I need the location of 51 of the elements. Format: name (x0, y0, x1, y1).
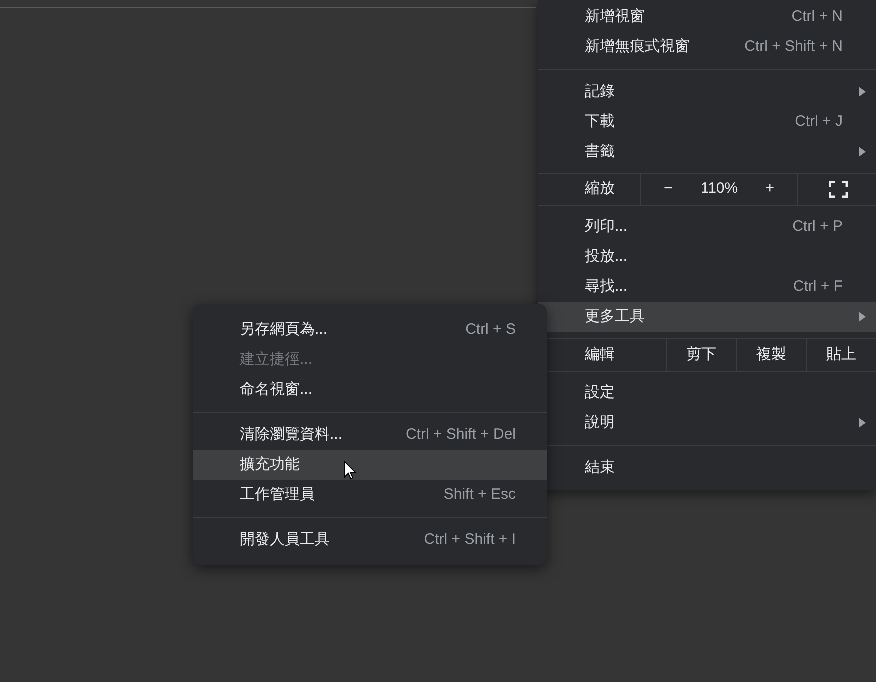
menu-item-label: 擴充功能 (240, 454, 300, 475)
shortcut-label: Ctrl + Shift + I (424, 530, 516, 550)
menu-item-label: 列印... (585, 216, 628, 237)
menu-item-label: 新增無痕式視窗 (585, 36, 690, 57)
menu-item-label: 下載 (585, 112, 615, 132)
menu-item-label: 清除瀏覽資料... (240, 424, 343, 445)
shortcut-label: Shift + Esc (444, 484, 516, 505)
menu-item-label: 結束 (585, 458, 615, 478)
menu-item[interactable]: 下載 Ctrl + J (538, 107, 876, 137)
mouse-cursor-icon (344, 461, 357, 480)
edit-action-button[interactable]: 剪下 (666, 339, 736, 371)
shortcut-label: Ctrl + N (792, 6, 843, 27)
menu-item-label: 設定 (585, 382, 615, 403)
zoom-in-button[interactable]: + (743, 178, 797, 201)
shortcut-label: Ctrl + Shift + N (744, 36, 843, 57)
zoom-level: 110% (700, 179, 740, 200)
menu-item-label: 記錄 (585, 82, 615, 102)
menu-item-label: 縮放 (584, 179, 616, 200)
shortcut-label: Ctrl + P (792, 216, 843, 237)
edit-action-button[interactable]: 貼上 (806, 339, 876, 371)
menu-item-label: 開發人員工具 (240, 530, 330, 550)
shortcut-label: Ctrl + S (466, 320, 516, 340)
shortcut-label: Ctrl + J (795, 112, 843, 132)
menu-item-label: 尋找... (585, 276, 628, 297)
menu-item-label: 命名視窗... (240, 380, 313, 400)
fullscreen-icon[interactable] (828, 181, 848, 198)
shortcut-label: Ctrl + F (793, 276, 843, 297)
menu-item[interactable]: 投放... (538, 242, 876, 272)
menu-item[interactable]: 更多工具 (538, 302, 876, 332)
zoom-out-button[interactable]: − (641, 178, 696, 201)
menu-item[interactable]: 尋找... Ctrl + F (538, 272, 876, 302)
shortcut-label: Ctrl + Shift + Del (406, 424, 516, 445)
menu-item-label: 書籤 (585, 142, 615, 162)
menu-item-label: 更多工具 (585, 306, 645, 327)
menu-item[interactable]: 擴充功能 (193, 450, 547, 480)
menu-item-label: 說明 (585, 412, 615, 433)
edit-action-button[interactable]: 複製 (736, 339, 806, 371)
menu-item[interactable]: 新增無痕式視窗 Ctrl + Shift + N (538, 32, 876, 62)
menu-item[interactable]: 開發人員工具 Ctrl + Shift + I (193, 525, 547, 555)
menu-item-label: 編輯 (584, 344, 616, 365)
menu-item-label: 新增視窗 (585, 6, 645, 27)
menu-item[interactable]: 書籤 (538, 137, 876, 167)
menu-item[interactable]: 列印... Ctrl + P (538, 212, 876, 242)
menu-item-label: 工作管理員 (240, 484, 315, 505)
menu-item[interactable]: 工作管理員 Shift + Esc (193, 480, 547, 510)
menu-item[interactable]: 命名視窗... (193, 375, 547, 405)
menu-item-label: 建立捷徑... (240, 350, 313, 370)
menu-item[interactable]: 記錄 (538, 77, 876, 107)
menu-item-label: 另存網頁為... (240, 320, 328, 340)
menu-item-label: 投放... (585, 246, 628, 267)
menu-item[interactable]: 新增視窗 Ctrl + N (538, 2, 876, 32)
